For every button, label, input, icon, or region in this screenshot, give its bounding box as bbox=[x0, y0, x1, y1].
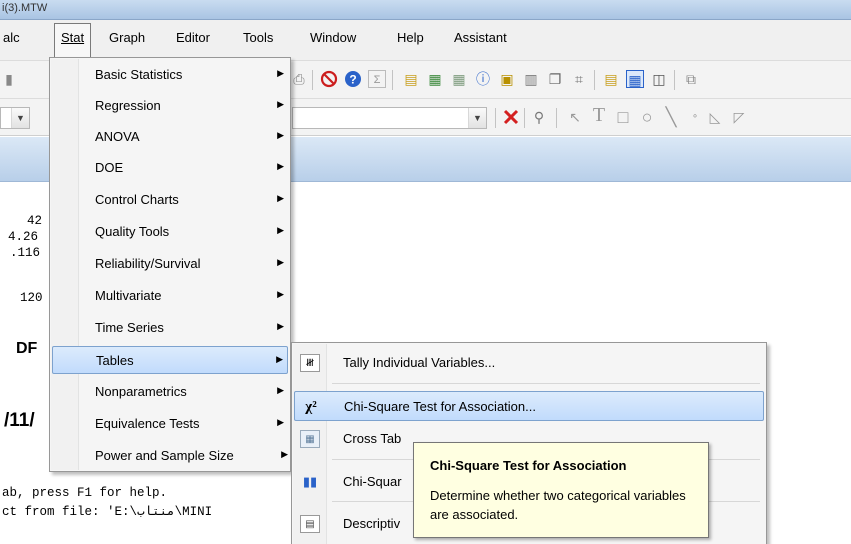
goodness-of-fit-icon: ▮▮ bbox=[302, 474, 318, 489]
tooltip-body: Determine whether two categorical variab… bbox=[430, 488, 686, 522]
menu-item-regression[interactable]: Regression ▶ bbox=[52, 92, 288, 120]
toolbar-separator bbox=[392, 70, 393, 90]
paste-icon[interactable]: ▮ bbox=[0, 70, 18, 88]
menu-help[interactable]: Help bbox=[397, 30, 424, 45]
stop-icon[interactable] bbox=[320, 70, 338, 88]
session-value: 42 bbox=[27, 214, 43, 228]
svg-text:?: ? bbox=[349, 73, 356, 87]
menu-item-tally-individual-variables[interactable]: 𝍸 Tally Individual Variables... bbox=[294, 348, 764, 378]
brush-icon[interactable]: ⧉ bbox=[682, 70, 700, 88]
menu-tools[interactable]: Tools bbox=[243, 30, 273, 45]
point-icon[interactable]: ∘ bbox=[686, 108, 704, 126]
chevron-down-icon[interactable]: ▼ bbox=[468, 108, 486, 128]
ellipse-icon[interactable]: ○ bbox=[638, 108, 656, 126]
menu-assistant[interactable]: Assistant bbox=[454, 30, 507, 45]
session-value: 120 bbox=[20, 291, 43, 305]
menu-bar: alc Stat Graph Editor Tools Window Help … bbox=[0, 20, 851, 60]
sigma-icon[interactable]: Σ bbox=[368, 70, 386, 88]
submenu-arrow-icon: ▶ bbox=[277, 161, 284, 171]
command-combo[interactable]: ▼ bbox=[292, 107, 487, 129]
menu-calc[interactable]: alc bbox=[3, 30, 20, 45]
report-icon[interactable]: ▣ bbox=[498, 70, 516, 88]
text-tool-icon[interactable]: T bbox=[590, 105, 608, 125]
submenu-arrow-icon: ▶ bbox=[277, 289, 284, 299]
submenu-arrow-icon: ▶ bbox=[277, 225, 284, 235]
session-heading: /11/ bbox=[4, 410, 35, 431]
print-icon[interactable]: ⎙ bbox=[290, 70, 308, 88]
toolbar-separator bbox=[524, 108, 525, 128]
tile-icon[interactable]: ⌗ bbox=[570, 70, 588, 88]
submenu-arrow-icon: ▶ bbox=[277, 68, 284, 78]
stat-menu-dropdown: Basic Statistics ▶ Regression ▶ ANOVA ▶ DOE… bbox=[49, 57, 291, 472]
help-icon[interactable]: ? bbox=[344, 70, 362, 88]
menu-item-reliability-survival[interactable]: Reliability/Survival ▶ bbox=[52, 250, 288, 278]
tally-icon: 𝍸 bbox=[300, 354, 320, 372]
menu-item-control-charts[interactable]: Control Charts ▶ bbox=[52, 186, 288, 214]
session-footer-line: ct from file: 'E:\منتاب\MINI bbox=[2, 505, 213, 519]
menu-item-doe[interactable]: DOE ▶ bbox=[52, 154, 288, 182]
menu-item-time-series[interactable]: Time Series ▶ bbox=[52, 314, 288, 342]
session-value: .116 bbox=[10, 246, 41, 260]
zoom-icon[interactable]: ⚲ bbox=[530, 108, 548, 126]
data-window-icon[interactable]: ▦ bbox=[626, 70, 644, 88]
toolbar-separator bbox=[674, 70, 675, 90]
menu-item-anova[interactable]: ANOVA ▶ bbox=[52, 123, 288, 151]
menu-graph[interactable]: Graph bbox=[109, 30, 145, 45]
window-title-bar: i(3).MTW bbox=[0, 0, 851, 20]
toolbar-separator bbox=[594, 70, 595, 90]
submenu-arrow-icon: ▶ bbox=[277, 257, 284, 267]
menu-item-basic-statistics[interactable]: Basic Statistics ▶ bbox=[52, 61, 288, 89]
notepad-icon[interactable]: ▥ bbox=[522, 70, 540, 88]
menu-tooltip: Chi-Square Test for Association Determin… bbox=[413, 442, 709, 538]
chi-square-icon: χ² bbox=[305, 399, 317, 415]
submenu-arrow-icon: ▶ bbox=[276, 354, 283, 364]
window-title: i(3).MTW bbox=[2, 2, 48, 14]
menu-separator bbox=[332, 383, 760, 384]
submenu-arrow-icon: ▶ bbox=[277, 417, 284, 427]
submenu-arrow-icon: ▶ bbox=[277, 99, 284, 109]
menu-item-tables[interactable]: Tables ▶ bbox=[52, 346, 288, 374]
submenu-arrow-icon: ▶ bbox=[277, 321, 284, 331]
rectangle-icon[interactable]: □ bbox=[614, 108, 632, 126]
new-window-icon[interactable]: ❐ bbox=[546, 70, 564, 88]
submenu-arrow-icon: ▶ bbox=[281, 449, 288, 459]
toolbar-separator bbox=[312, 70, 313, 90]
info-icon[interactable]: ⓘ bbox=[474, 70, 492, 88]
menu-item-quality-tools[interactable]: Quality Tools ▶ bbox=[52, 218, 288, 246]
font-combo[interactable]: ▼ bbox=[0, 107, 30, 129]
menu-item-equivalence-tests[interactable]: Equivalence Tests ▶ bbox=[52, 410, 288, 438]
menu-editor[interactable]: Editor bbox=[176, 30, 210, 45]
line-icon[interactable]: ╲ bbox=[662, 108, 680, 126]
cross-tab-icon: ▦ bbox=[300, 430, 320, 448]
chevron-down-icon[interactable]: ▼ bbox=[11, 108, 29, 128]
graph-folder-icon[interactable]: ▤ bbox=[602, 70, 620, 88]
session-icon[interactable]: ▤ bbox=[402, 70, 420, 88]
select-arrow-icon[interactable]: ↖ bbox=[566, 108, 584, 126]
session-value: 4.26 bbox=[8, 230, 39, 244]
worksheet-icon[interactable]: ▦ bbox=[426, 70, 444, 88]
layout-icon[interactable]: ◫ bbox=[650, 70, 668, 88]
menu-item-power-and-sample-size[interactable]: Power and Sample Size ▶ bbox=[52, 442, 288, 470]
toolbar-separator bbox=[495, 108, 496, 128]
session-heading: DF bbox=[16, 340, 38, 357]
project-icon[interactable]: ▦ bbox=[450, 70, 468, 88]
tooltip-title: Chi-Square Test for Association bbox=[430, 458, 627, 473]
menu-window[interactable]: Window bbox=[310, 30, 356, 45]
submenu-arrow-icon: ▶ bbox=[277, 193, 284, 203]
menu-item-nonparametrics[interactable]: Nonparametrics ▶ bbox=[52, 378, 288, 406]
submenu-arrow-icon: ▶ bbox=[277, 130, 284, 140]
menu-stat[interactable]: Stat bbox=[54, 23, 92, 57]
toolbar-separator bbox=[556, 108, 557, 128]
polygon-icon[interactable]: ◸ bbox=[730, 108, 748, 126]
menu-item-multivariate[interactable]: Multivariate ▶ bbox=[52, 282, 288, 310]
delete-icon[interactable] bbox=[502, 108, 520, 126]
polyline-icon[interactable]: ◺ bbox=[706, 108, 724, 126]
descriptive-icon: ▤ bbox=[300, 515, 320, 533]
menu-item-chi-square-test-for-association[interactable]: χ² Chi-Square Test for Association... bbox=[294, 391, 764, 421]
submenu-arrow-icon: ▶ bbox=[277, 385, 284, 395]
session-footer-line: ab, press F1 for help. bbox=[2, 486, 168, 500]
